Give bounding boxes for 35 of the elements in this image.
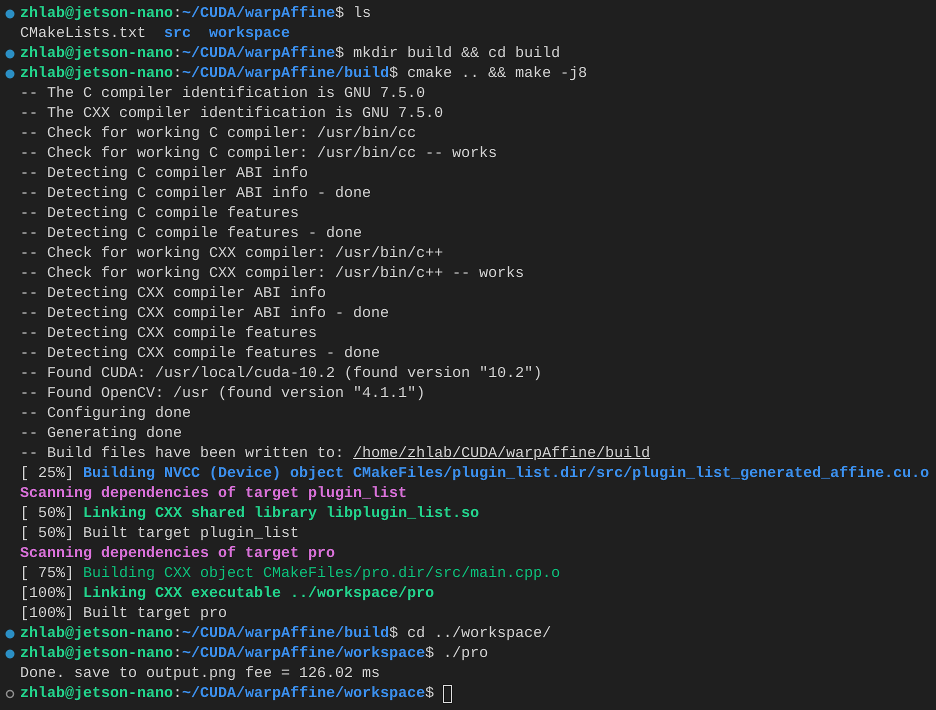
terminal-line: -- Detecting C compile features - done (20, 224, 362, 244)
terminal-line: -- Check for working CXX compiler: /usr/bin/c++ -- works (20, 264, 524, 284)
terminal-line: -- Found CUDA: /usr/local/cuda-10.2 (found version "10.2") (20, 364, 542, 384)
terminal-line: -- Detecting C compiler ABI info (20, 164, 308, 184)
terminal-line: Scanning dependencies of target pro (20, 544, 336, 564)
terminal-line: Done. save to output.png fee = 126.02 ms (20, 664, 380, 684)
terminal-line: -- Configuring done (20, 404, 192, 424)
terminal-line: -- The CXX compiler identification is GNU 7.5.0 (20, 104, 444, 124)
terminal-line: -- The C compiler identification is GNU 7.5.0 (20, 84, 426, 104)
terminal-line: zhlab@jetson-nano:~/CUDA/warpAffine/workspace$ (20, 684, 434, 704)
terminal-line: zhlab@jetson-nano:~/CUDA/warpAffine$ mkdir build && cd build (20, 44, 560, 64)
terminal-line: CMakeLists.txt src workspace (20, 24, 290, 44)
terminal-line: -- Generating done (20, 424, 182, 444)
terminal-line: -- Check for working C compiler: /usr/bin/cc (20, 124, 416, 144)
terminal-line: zhlab@jetson-nano:~/CUDA/warpAffine/build$ cd ../workspace/ (20, 624, 552, 644)
terminal-line: -- Detecting CXX compile features - done (20, 344, 380, 364)
terminal-line: -- Build files have been written to: /home/zhlab/CUDA/warpAffine/build (20, 444, 650, 464)
terminal-line: -- Found OpenCV: /usr (found version "4.1.1") (20, 384, 426, 404)
terminal-line: -- Detecting CXX compile features (20, 324, 318, 344)
terminal-line: zhlab@jetson-nano:~/CUDA/warpAffine/build$ cmake .. && make -j8 (20, 64, 588, 84)
terminal-line: [100%] Linking CXX executable ../workspace/pro (20, 584, 434, 604)
terminal-line: [ 50%] Built target plugin_list (20, 524, 300, 544)
terminal-line: [100%] Built target pro (20, 604, 228, 624)
terminal-line: [ 75%] Building CXX object CMakeFiles/pro.dir/src/main.cpp.o (20, 564, 560, 584)
terminal-line: -- Check for working CXX compiler: /usr/bin/c++ (20, 244, 444, 264)
terminal-line: zhlab@jetson-nano:~/CUDA/warpAffine/workspace$ ./pro (20, 644, 488, 664)
terminal-line: zhlab@jetson-nano:~/CUDA/warpAffine$ ls (20, 4, 372, 24)
terminal-line: [ 25%] Building NVCC (Device) object CMakeFiles/plugin_list.dir/src/plugin_list_generated_affine.cu.o (20, 464, 930, 484)
terminal-line: Scanning dependencies of target plugin_list (20, 484, 408, 504)
terminal-line: -- Detecting C compile features (20, 204, 300, 224)
terminal-line: -- Detecting CXX compiler ABI info (20, 284, 326, 304)
terminal-line: -- Detecting CXX compiler ABI info - done (20, 304, 390, 324)
terminal-line: -- Check for working C compiler: /usr/bin/cc -- works (20, 144, 498, 164)
terminal-line: [ 50%] Linking CXX shared library libplugin_list.so (20, 504, 480, 524)
terminal-line: -- Detecting C compiler ABI info - done (20, 184, 372, 204)
